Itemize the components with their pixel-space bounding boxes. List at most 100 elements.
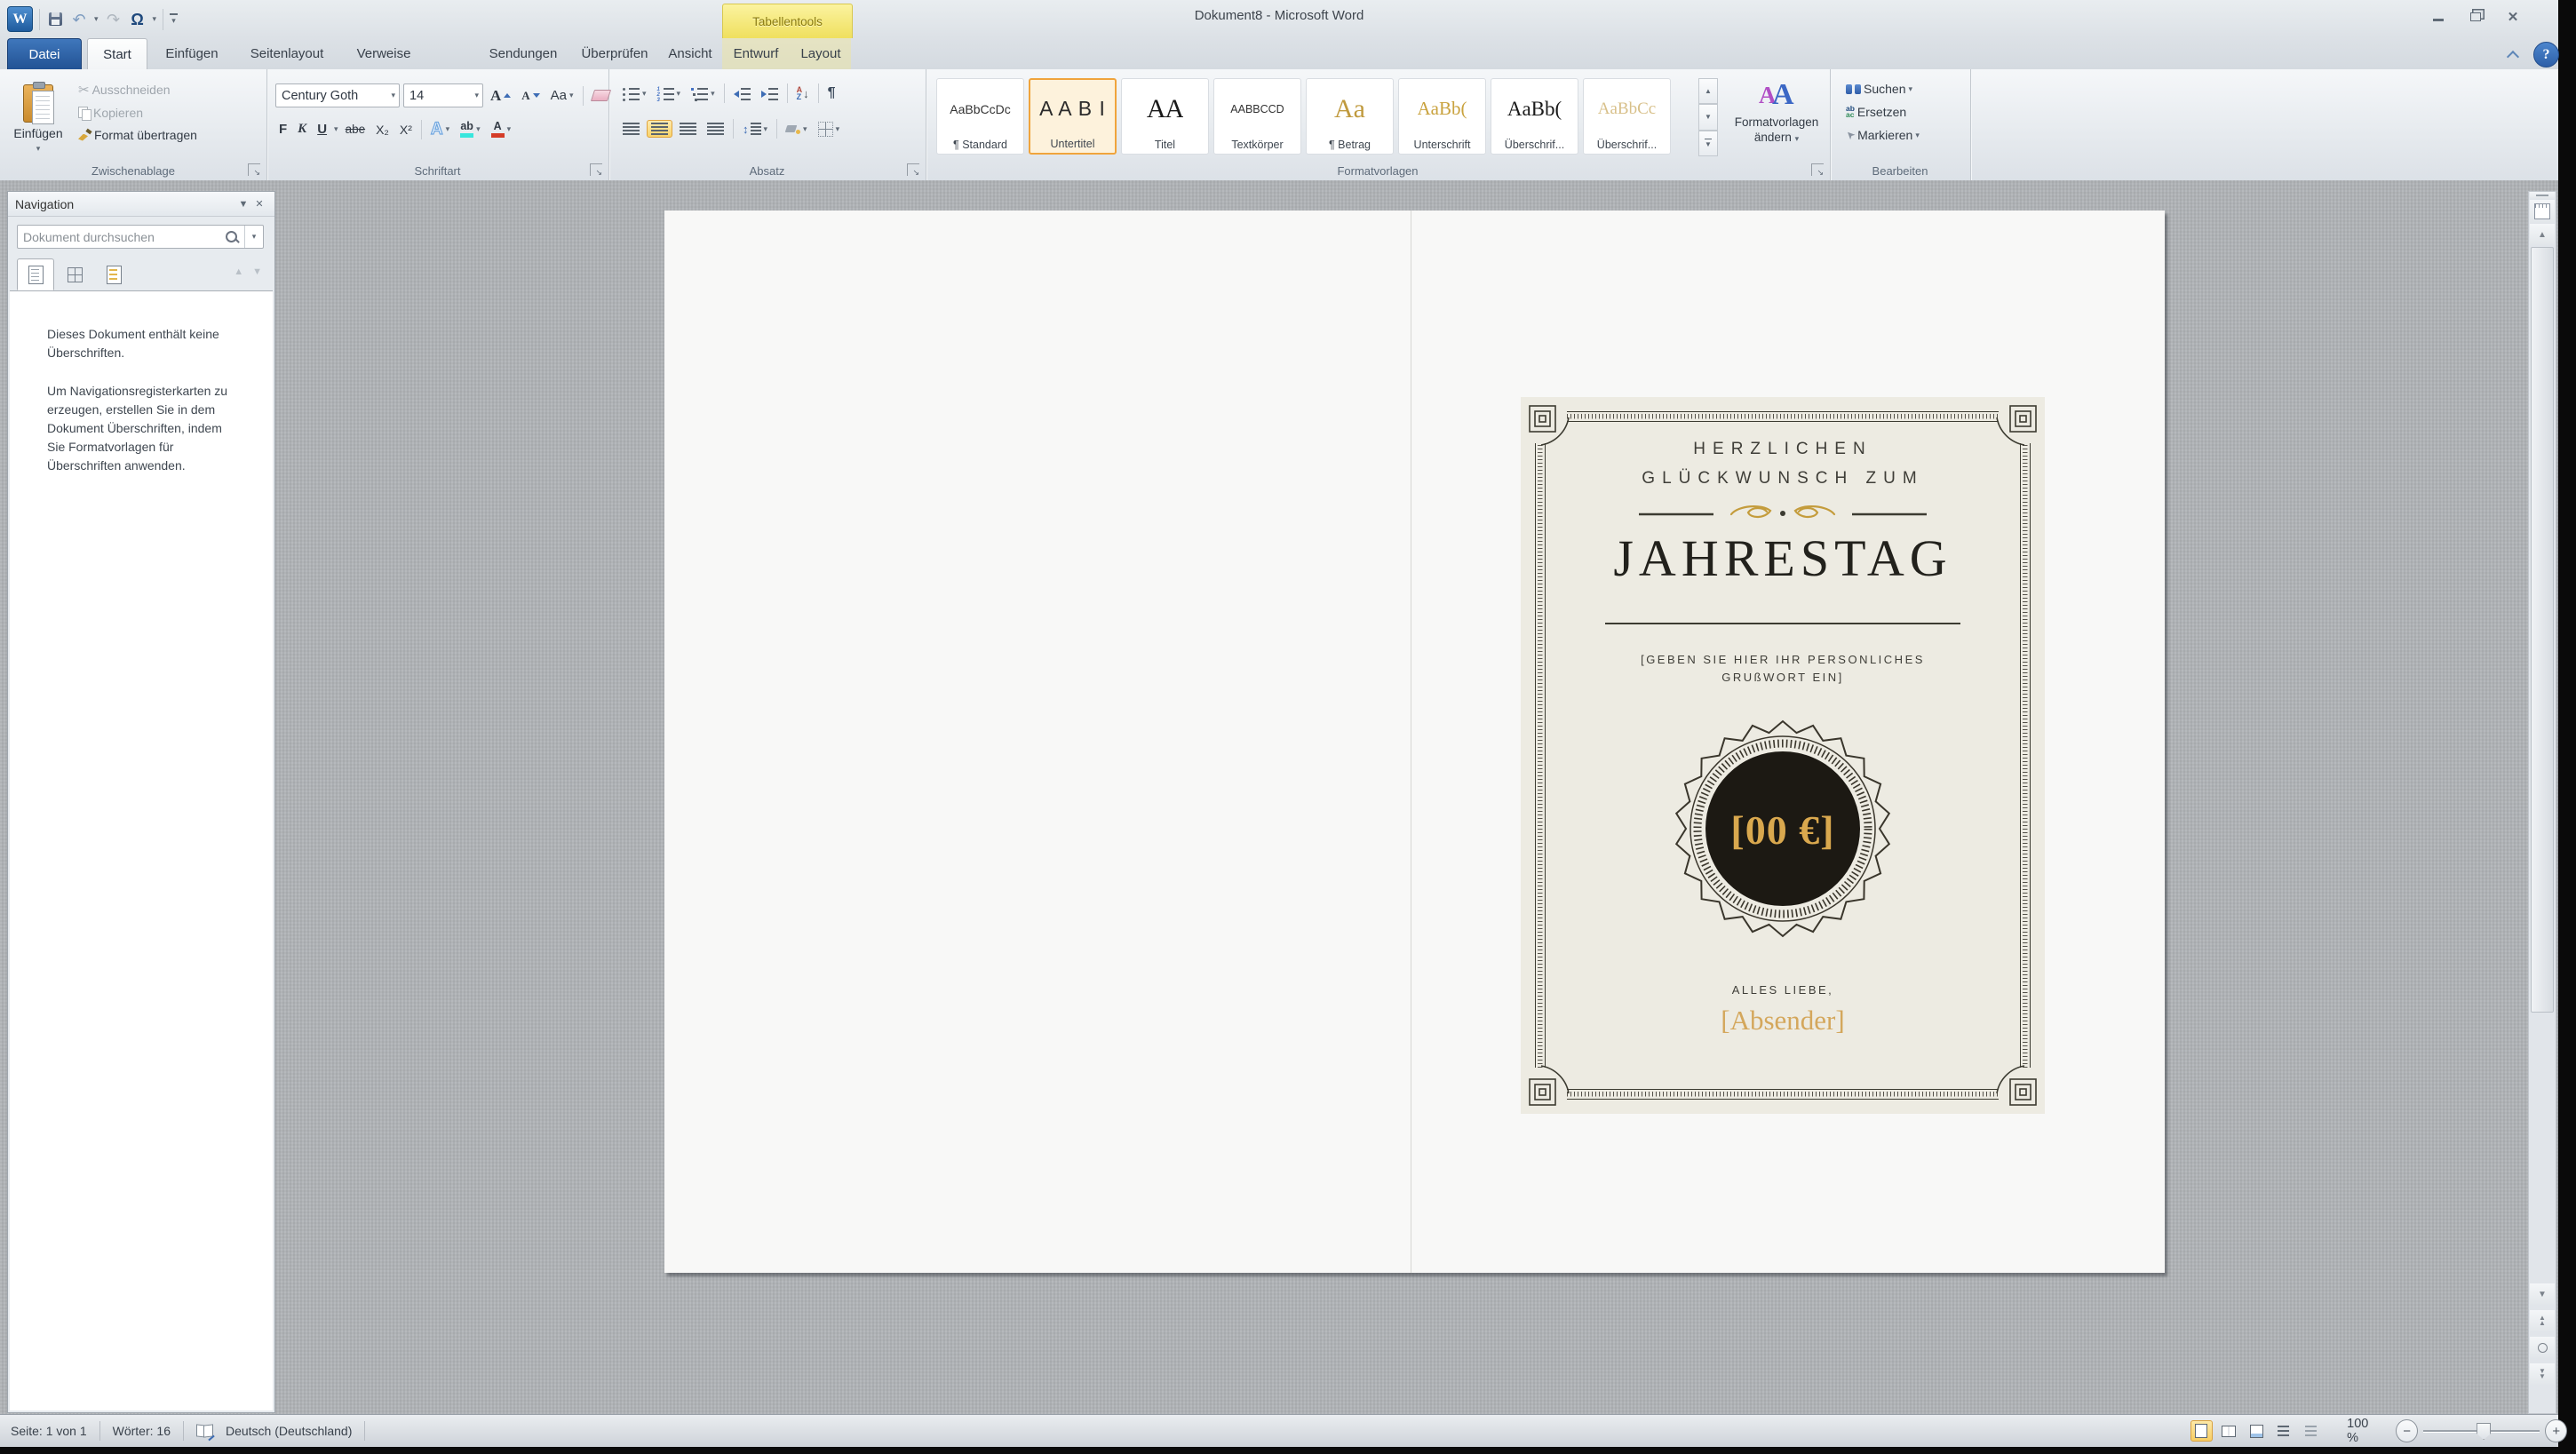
ruler-toggle-button[interactable] [2530,200,2555,223]
show-paragraph-marks-button[interactable]: ¶ [824,84,839,102]
sender-placeholder[interactable]: [Absender] [1521,1005,2045,1037]
greeting-placeholder-line2[interactable]: GRUßWORT EIN] [1521,671,2045,684]
style-betrag[interactable]: Aa ¶ Betrag [1306,78,1394,155]
split-handle[interactable] [2530,192,2555,199]
scrollbar-thumb[interactable] [2531,247,2554,1013]
search-icon[interactable] [226,231,237,242]
tab-ueberpruefen[interactable]: Überprüfen [572,38,657,69]
subscript-button[interactable]: X₂ [372,121,393,139]
sort-button[interactable]: AZ ↓ [793,84,813,102]
help-button[interactable]: ? [2533,42,2559,68]
bold-button[interactable]: F [275,120,290,139]
multilevel-list-button[interactable]: ▾ [688,85,719,102]
strikethrough-button[interactable]: abe [342,121,370,138]
underline-button[interactable]: U [314,120,330,139]
language-indicator[interactable]: Deutsch (Deutschland) [226,1424,352,1438]
word-count[interactable]: Wörter: 16 [113,1424,171,1438]
style-ueberschrift-2[interactable]: AaBbCc Überschrif... [1583,78,1671,155]
shading-button[interactable]: ▾ [783,122,811,136]
gallery-more-button[interactable]: ▼ [1698,131,1718,156]
borders-button[interactable]: ▾ [815,120,844,139]
zoom-slider[interactable] [2423,1420,2540,1442]
style-ueberschrift-1[interactable]: AaBb( Überschrif... [1491,78,1578,155]
next-page-button[interactable]: ▼▼ [2530,1363,2555,1385]
highlight-button[interactable]: ab ▾ [457,119,484,139]
font-size-combo[interactable]: 14 ▾ [403,83,483,107]
dialog-launcher-clipboard[interactable] [248,163,260,176]
format-painter-button[interactable]: Format übertragen [75,126,201,144]
tab-start[interactable]: Start [87,38,147,70]
gallery-scroll-down[interactable]: ▼ [1698,104,1718,130]
tab-layout[interactable]: Layout [792,38,849,69]
select-browse-object-button[interactable] [2530,1337,2555,1358]
copy-button[interactable]: Kopieren [75,104,201,122]
previous-page-button[interactable]: ▲▲ [2530,1310,2555,1331]
change-styles-button[interactable]: AA Formatvorlagen ändern ▾ [1727,78,1826,160]
text-effects-button[interactable]: A▾ [427,119,453,139]
view-draft-button[interactable] [2300,1420,2322,1442]
greeting-placeholder-line1[interactable]: [GEBEN SIE HIER IHR PERSONLICHES [1521,653,2045,666]
minimize-button[interactable] [2430,11,2446,23]
gallery-scroll-up[interactable]: ▲ [1698,78,1718,104]
tab-seitenlayout[interactable]: Seitenlayout [236,38,338,69]
replace-button[interactable]: abac Ersetzen [1842,103,1923,121]
gift-certificate[interactable]: HERZLICHEN GLÜCKWUNSCH ZUM JAHRESTAG [GE… [1521,397,2045,1114]
zoom-out-button[interactable]: − [2396,1419,2418,1442]
cut-button[interactable]: ✂ Ausschneiden [75,80,201,99]
tab-browse-pages[interactable] [56,258,93,290]
page-indicator[interactable]: Seite: 1 von 1 [11,1424,87,1438]
scroll-up-button[interactable]: ▲ [2530,224,2555,245]
scroll-down-button[interactable]: ▼ [2530,1283,2555,1305]
seal-badge[interactable]: [00 €] [1667,713,1898,944]
select-button[interactable]: ➤ Markieren ▾ [1842,126,1923,144]
vertical-scrollbar[interactable]: ▲ ▼ ▲▲ ▼▼ [2528,191,2556,1414]
grow-font-button[interactable]: A [487,85,514,107]
dialog-launcher-styles[interactable] [1811,163,1824,176]
shrink-font-button[interactable]: A [518,87,543,105]
tab-browse-headings[interactable] [17,258,54,290]
superscript-button[interactable]: X² [396,121,416,139]
find-button[interactable]: Suchen ▾ [1842,80,1923,98]
style-unterschrift[interactable]: AaBb( Unterschrift [1398,78,1486,155]
italic-button[interactable]: K [294,120,310,139]
zoom-in-button[interactable]: + [2545,1419,2567,1442]
view-print-layout-button[interactable] [2190,1420,2213,1442]
zoom-level[interactable]: 100 % [2347,1417,2381,1445]
tab-ansicht[interactable]: Ansicht [661,38,720,69]
decrease-indent-button[interactable] [730,85,754,102]
navigation-pane-close-button[interactable]: ✕ [251,198,267,210]
font-color-button[interactable]: A ▾ [488,119,515,139]
view-web-layout-button[interactable] [2246,1420,2268,1442]
dialog-launcher-paragraph[interactable] [907,163,919,176]
search-input[interactable] [18,230,226,244]
change-case-button[interactable]: Aa▾ [547,87,577,104]
paste-dropdown[interactable]: ▾ [36,144,41,154]
numbering-button[interactable]: ▾ [654,85,685,102]
style-standard[interactable]: AaBbCcDc ¶ Standard [936,78,1024,155]
minimize-ribbon-button[interactable] [2508,50,2517,59]
align-right-button[interactable] [676,121,700,137]
align-center-button[interactable] [647,120,672,138]
tab-browse-results[interactable] [95,258,132,290]
line-spacing-button[interactable]: ↕ ▾ [739,121,771,137]
next-heading-button[interactable]: ▼ [252,266,262,277]
font-name-combo[interactable]: Century Goth ▾ [275,83,400,107]
zoom-slider-thumb[interactable] [2477,1423,2491,1440]
style-textkoerper[interactable]: AABBCCD Textkörper [1213,78,1301,155]
align-left-button[interactable] [619,121,643,137]
tab-einfuegen[interactable]: Einfügen [153,38,231,69]
tab-verweise[interactable]: Verweise [345,38,423,69]
view-outline-button[interactable] [2272,1420,2294,1442]
increase-indent-button[interactable] [758,85,782,102]
bullets-button[interactable]: ▾ [619,85,650,102]
tab-entwurf[interactable]: Entwurf [725,38,787,69]
close-button[interactable]: ✕ [2505,11,2521,23]
tab-datei[interactable]: Datei [7,38,82,70]
justify-button[interactable] [704,121,727,137]
search-options-dropdown[interactable]: ▾ [244,226,263,248]
style-titel[interactable]: AA Titel [1121,78,1209,155]
seal-amount-placeholder[interactable]: [00 €] [1730,807,1834,853]
proofing-status-icon[interactable] [196,1425,213,1437]
style-untertitel[interactable]: A A B I Untertitel [1029,78,1117,155]
restore-button[interactable] [2468,11,2484,23]
